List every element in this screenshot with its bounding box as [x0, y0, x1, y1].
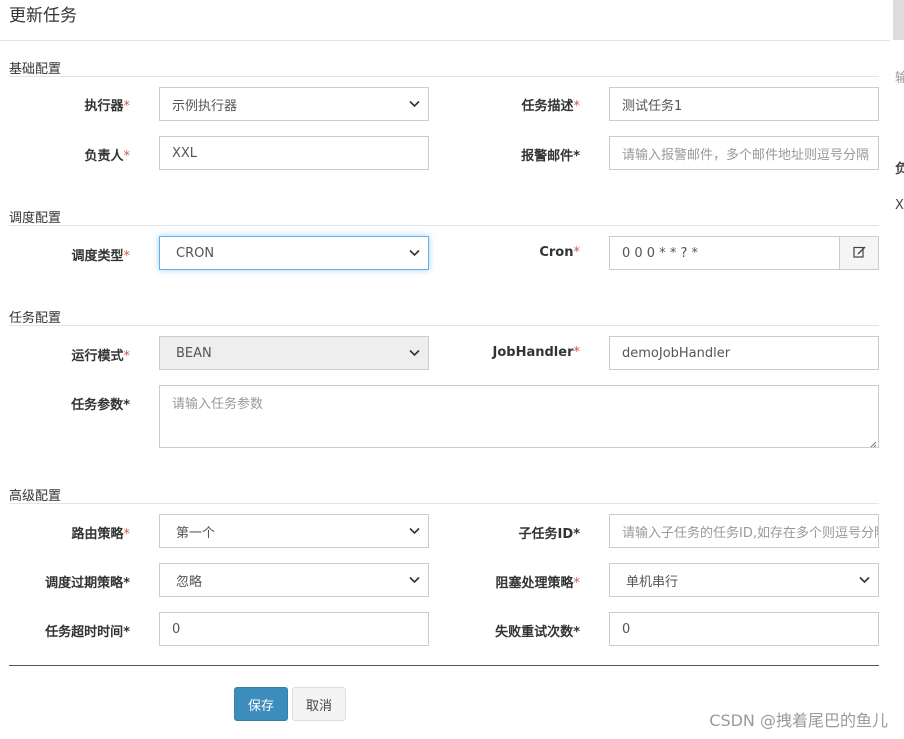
section-task: 任务配置	[9, 311, 62, 326]
author-input[interactable]: XXL	[159, 136, 429, 170]
job-handler-input[interactable]: demoJobHandler	[609, 336, 879, 370]
timeout-input[interactable]: 0	[159, 612, 429, 646]
chevron-down-icon	[409, 347, 420, 360]
watermark: CSDN @拽着尾巴的鱼儿	[709, 711, 888, 730]
section-schedule-line	[9, 225, 879, 226]
executor-label: 执行器*	[84, 99, 130, 114]
job-desc-input[interactable]: 测试任务1	[609, 87, 879, 121]
section-schedule: 调度配置	[9, 211, 62, 226]
cron-input[interactable]: 0 0 0 * * ? *	[609, 236, 841, 270]
cancel-button[interactable]: 取消	[292, 687, 346, 721]
job-desc-label: 任务描述*	[521, 99, 580, 114]
fail-retry-input[interactable]: 0	[609, 612, 879, 646]
cron-label: Cron*	[539, 245, 580, 260]
background-card	[893, 40, 904, 739]
route-strategy-label: 路由策略*	[71, 527, 130, 542]
resize-handle-icon[interactable]	[869, 438, 877, 447]
executor-select[interactable]: 示例执行器	[159, 87, 429, 121]
timeout-label: 任务超时时间*	[45, 625, 130, 640]
chevron-down-icon	[859, 574, 870, 587]
alarm-email-label: 报警邮件*	[521, 149, 580, 164]
glue-type-select[interactable]: BEAN	[159, 336, 429, 370]
section-advanced-line	[9, 503, 879, 504]
section-advanced: 高级配置	[9, 489, 62, 504]
header-divider	[0, 40, 890, 41]
job-param-textarea[interactable]: 请输入任务参数	[159, 385, 879, 448]
chevron-down-icon	[409, 98, 420, 111]
edit-icon	[852, 245, 866, 262]
route-strategy-select[interactable]: 第一个	[159, 514, 429, 548]
cron-edit-button[interactable]	[839, 236, 879, 270]
schedule-type-select[interactable]: CRON	[159, 236, 429, 270]
job-param-label: 任务参数*	[71, 398, 130, 413]
child-job-id-label: 子任务ID*	[518, 527, 580, 542]
misfire-strategy-select[interactable]: 忽略	[159, 563, 429, 597]
job-handler-label: JobHandler*	[492, 345, 580, 360]
block-strategy-label: 阻塞处理策略*	[495, 576, 580, 591]
glue-type-label: 运行模式*	[71, 349, 130, 364]
section-basic-line	[9, 76, 879, 77]
fail-retry-label: 失败重试次数*	[495, 625, 580, 640]
background-search-text: 输入	[895, 71, 904, 86]
block-strategy-select[interactable]: 单机串行	[609, 563, 879, 597]
misfire-strategy-label: 调度过期策略*	[45, 576, 130, 591]
alarm-email-input[interactable]: 请输入报警邮件，多个邮件地址则逗号分隔	[609, 136, 879, 170]
chevron-down-icon	[409, 574, 420, 587]
background-header-text: 负	[895, 162, 904, 177]
save-button[interactable]: 保存	[234, 687, 288, 721]
chevron-down-icon	[409, 247, 420, 260]
dialog-title: 更新任务	[9, 6, 77, 26]
schedule-type-label: 调度类型*	[71, 249, 130, 264]
background-cell-text: X	[895, 198, 904, 213]
section-basic: 基础配置	[9, 62, 62, 77]
chevron-down-icon	[409, 525, 420, 538]
footer-divider	[9, 665, 879, 666]
child-job-id-input[interactable]: 请输入子任务的任务ID,如存在多个则逗号分隔	[609, 514, 879, 548]
section-task-line	[9, 325, 879, 326]
author-label: 负责人*	[84, 149, 130, 164]
